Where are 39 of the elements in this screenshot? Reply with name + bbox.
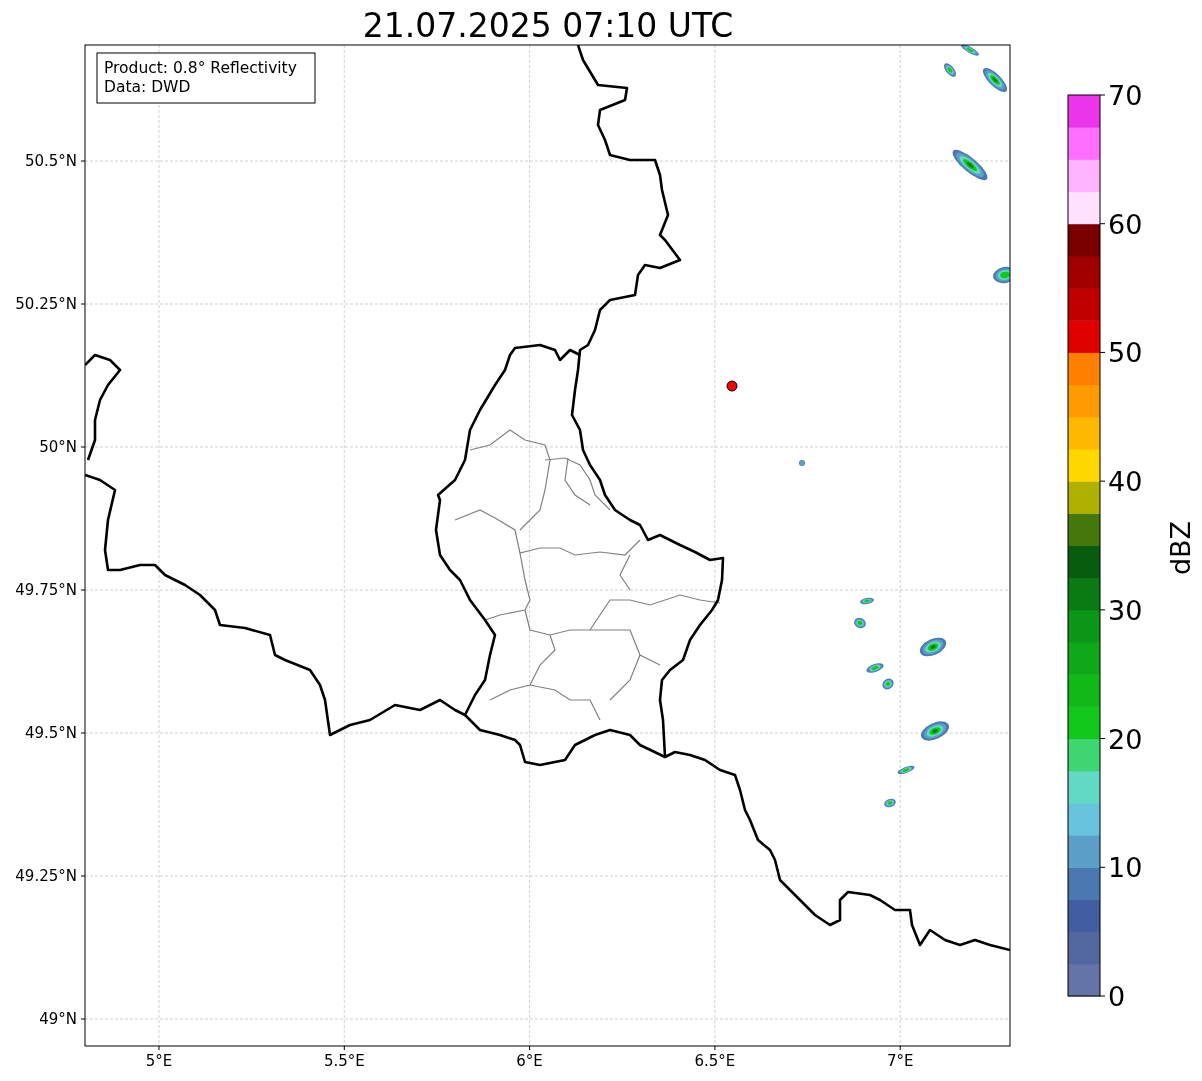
radar-site-marker (726, 380, 738, 392)
tick-label: 50°N (39, 438, 77, 456)
tick-label: 49.25°N (15, 867, 77, 885)
plot-title: 21.07.2025 07:10 UTC (362, 6, 734, 45)
tick-label: 5°E (145, 1052, 173, 1070)
radar-echo (982, 67, 1008, 93)
colorbar-tick-label: 10 (1108, 852, 1143, 884)
colorbar-tick-label: 20 (1108, 723, 1143, 755)
radar-echo (993, 266, 1010, 284)
tick-label: 5.5°E (323, 1052, 365, 1070)
tick-label: 49°N (39, 1010, 77, 1028)
radar-echo (866, 663, 884, 673)
radar-echo (854, 617, 866, 629)
tick-label: 49.75°N (15, 581, 77, 599)
radar-echo (952, 149, 988, 181)
info-text: Data: DWD (104, 78, 191, 96)
colorbar-tick-label: 0 (1108, 981, 1126, 1012)
radar-echo (919, 637, 947, 657)
tick-label: 7°E (886, 1052, 914, 1070)
radar-echo (799, 460, 805, 466)
colorbar-tick-label: 50 (1108, 337, 1143, 369)
colorbar-tick-label: 60 (1108, 208, 1143, 240)
radar-echo (860, 597, 874, 605)
radar-echo (897, 765, 915, 775)
tick-label: 6°E (516, 1052, 543, 1070)
tick-label: 49.5°N (24, 724, 77, 742)
radar-echo (961, 45, 979, 56)
radar-echo (882, 678, 894, 690)
tick-label: 6.5°E (694, 1052, 736, 1070)
radar-echo (921, 721, 949, 741)
tick-label: 50.25°N (15, 295, 77, 313)
radar-echo (884, 798, 896, 808)
colorbar-label: dBZ (1165, 520, 1196, 576)
colorbar-tick-label: 40 (1108, 466, 1143, 498)
radar-echo (944, 63, 956, 77)
colorbar-tick-label: 30 (1108, 594, 1143, 626)
tick-label: 50.5°N (24, 152, 77, 170)
info-text: Product: 0.8° Reflectivity (104, 59, 297, 77)
colorbar-tick-label: 70 (1108, 80, 1143, 111)
